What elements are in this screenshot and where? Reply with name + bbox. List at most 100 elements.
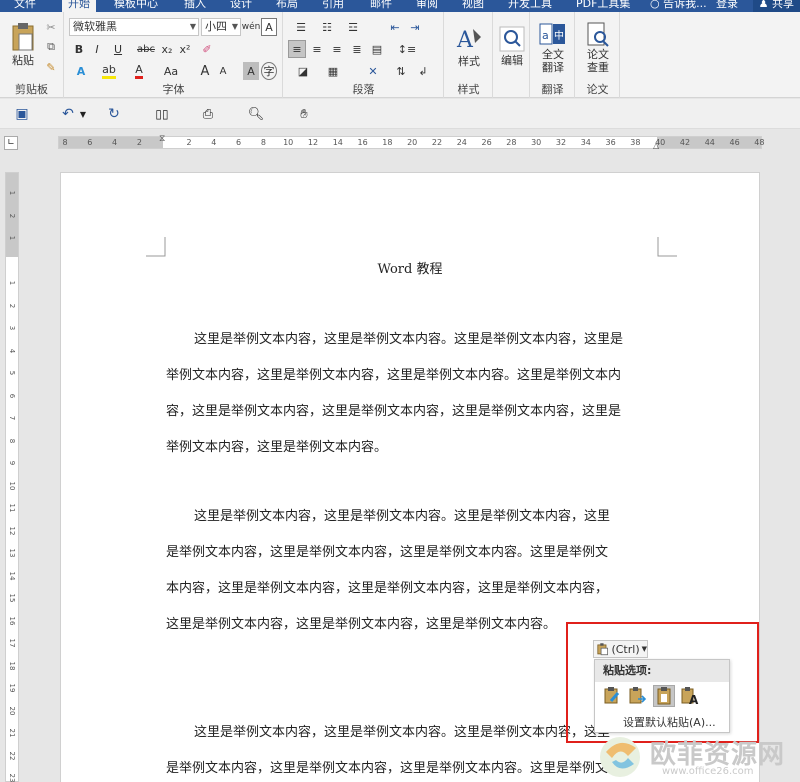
character-border-button[interactable]: A — [261, 18, 277, 36]
ruler-tick-label: 18 — [382, 138, 393, 147]
editing-button[interactable]: 编辑 — [497, 18, 527, 76]
horizontal-ruler-row: ∟ 8 6 4 2 2 4 6 8 10 12 14 16 18 20 22 24 26 28 30 32 34 36 38… — [0, 130, 800, 156]
magnifier-icon — [499, 26, 525, 52]
undo-button[interactable]: ↶ — [58, 104, 78, 124]
tab-file[interactable]: 文件 — [14, 0, 36, 12]
indent-marker-icon[interactable]: ⧖ — [159, 134, 165, 144]
format-painter-button[interactable]: ✎ — [42, 58, 60, 76]
font-color-button[interactable]: A — [127, 62, 151, 80]
ruler-tick-label: 20 — [407, 138, 418, 147]
decrease-indent-button[interactable]: ⇤ — [386, 18, 404, 36]
line-spacing-button[interactable]: ↕≡ — [394, 40, 420, 58]
borders-button[interactable]: ▦ — [320, 62, 346, 80]
chinese-layout-button[interactable]: ✕ — [360, 62, 386, 80]
touch-mode-button[interactable]: ✋︎ — [294, 104, 314, 124]
paper-check-button[interactable]: 论文 查重 — [580, 18, 616, 78]
text-effects-button[interactable]: A — [69, 62, 93, 80]
font-group-label: 字体 — [162, 83, 185, 96]
tab-references[interactable]: 引用 — [322, 0, 344, 12]
vertical-ruler[interactable]: 1 2 1 1 2 3 4 5 6 7 8 9 10 11 12 13 14 15 16 17 18 19 20 21 22 23… — [5, 172, 19, 782]
cut-button[interactable]: ✂ — [42, 18, 60, 36]
ruler-tick-label: 30 — [531, 138, 542, 147]
clipboard-group-label: 剪贴板 — [15, 83, 48, 96]
phonetic-guide-button[interactable]: wén — [242, 18, 261, 36]
borders-icon: ▦ — [327, 64, 339, 78]
font-name-value: 微软雅黑 — [73, 20, 117, 33]
numbering-button[interactable]: ☷ — [316, 18, 338, 36]
character-shading-button[interactable]: A — [243, 62, 259, 80]
right-indent-marker-icon[interactable]: △ — [653, 141, 659, 150]
distributed-button[interactable]: ▤ — [368, 40, 386, 58]
ruler-left-margin — [59, 137, 163, 148]
tab-developer[interactable]: 开发工具 — [508, 0, 552, 12]
horizontal-ruler[interactable]: 8 6 4 2 2 4 6 8 10 12 14 16 18 20 22 24 26 28 30 32 34 36 38 40… — [58, 134, 765, 150]
ruler-tick-label: 48 — [754, 138, 765, 147]
superscript-button[interactable]: x² — [177, 40, 193, 58]
styles-label: 样式 — [458, 55, 480, 68]
tab-design[interactable]: 设计 — [230, 0, 252, 12]
vruler-tick-label: 17 — [8, 638, 16, 648]
sort-button[interactable]: ⇅ — [392, 62, 410, 80]
print-button[interactable]: ⎙ — [198, 104, 218, 124]
increase-indent-button[interactable]: ⇥ — [406, 18, 424, 36]
save-button[interactable]: ▣ — [12, 104, 32, 124]
font-size-combo[interactable]: 小四 ▼ — [201, 18, 241, 36]
vruler-tick-label: 1 — [8, 190, 16, 196]
ribbon: 粘贴 ✂ ⧉ ✎ 剪贴板 微软雅黑 ▼ 小四 ▼ wén A B I U abc… — [0, 12, 800, 98]
italic-button[interactable]: I — [89, 40, 105, 58]
tab-mailings[interactable]: 邮件 — [370, 0, 392, 12]
vruler-tick-label: 13 — [8, 548, 16, 558]
underline-button[interactable]: U — [107, 40, 129, 58]
font-name-combo[interactable]: 微软雅黑 ▼ — [69, 18, 199, 36]
ruler-tick-label: 38 — [630, 138, 641, 147]
multilevel-list-button[interactable]: ☲ — [342, 18, 364, 36]
tab-home[interactable]: 开始 — [62, 0, 96, 12]
clear-formatting-button[interactable]: ✐ — [199, 40, 215, 58]
copy-button[interactable]: ⧉ — [42, 38, 60, 56]
undo-dropdown[interactable]: ▼ — [78, 104, 88, 124]
align-center-button[interactable]: ≡ — [308, 40, 326, 58]
full-text-translate-button[interactable]: a中 全文 翻译 — [535, 18, 571, 78]
font-size-value: 小四 — [205, 20, 227, 33]
enclose-characters-button[interactable]: 字 — [261, 62, 277, 80]
translate-group: a中 全文 翻译 翻译 — [531, 12, 575, 98]
outdent-icon: ⇤ — [390, 20, 400, 34]
two-pages-button[interactable]: ▯▯ — [152, 104, 172, 124]
grow-font-button[interactable]: A — [197, 62, 213, 80]
subscript-button[interactable]: x₂ — [159, 40, 175, 58]
tell-me-search[interactable]: ○ 告诉我... — [650, 0, 707, 12]
shading-button[interactable]: ◪ — [290, 62, 316, 80]
tab-insert[interactable]: 插入 — [184, 0, 206, 12]
crop-mark-top-right — [657, 237, 677, 257]
login-link[interactable]: 登录 — [716, 0, 738, 12]
show-marks-button[interactable]: ↲ — [414, 62, 432, 80]
bold-button[interactable]: B — [71, 40, 87, 58]
watermark: 欧菲资源网 www.office26.com — [598, 728, 798, 782]
bullets-button[interactable]: ☰ — [290, 18, 312, 36]
tab-selector-button[interactable]: ∟ — [4, 136, 18, 150]
tab-layout[interactable]: 布局 — [276, 0, 298, 12]
vruler-tick-label: 16 — [8, 616, 16, 625]
tab-view[interactable]: 视图 — [462, 0, 484, 12]
text-line: 这里是举例文本内容，这里是举例文本内容。这里是举例文本内容，这里 — [194, 509, 611, 524]
tab-template-center[interactable]: 模板中心 — [114, 0, 158, 12]
shrink-font-button[interactable]: A — [215, 62, 231, 80]
share-button[interactable]: ♟ 共享 — [752, 0, 800, 12]
tab-stop-icon: ∟ — [7, 138, 15, 148]
styles-button[interactable]: A 样式 — [451, 18, 487, 76]
paste-button[interactable]: 粘贴 — [8, 22, 38, 68]
tab-pdf-tools[interactable]: PDF工具集 — [576, 0, 630, 12]
align-right-button[interactable]: ≡ — [328, 40, 346, 58]
print-preview-button[interactable]: 🔍︎ — [246, 104, 266, 124]
paragraph-group-label: 段落 — [352, 83, 375, 96]
align-left-button[interactable]: ≡ — [288, 40, 306, 58]
justify-button[interactable]: ≣ — [348, 40, 366, 58]
editing-group: 编辑 — [494, 12, 530, 98]
strikethrough-button[interactable]: abc — [135, 40, 157, 58]
highlight-button[interactable]: ab — [97, 62, 121, 80]
ruler-tick-label: 14 — [332, 138, 343, 147]
redo-button[interactable]: ↻ — [104, 104, 124, 124]
change-case-button[interactable]: Aa — [157, 62, 185, 80]
tab-review[interactable]: 审阅 — [416, 0, 438, 12]
vruler-tick-label: 10 — [8, 481, 16, 490]
